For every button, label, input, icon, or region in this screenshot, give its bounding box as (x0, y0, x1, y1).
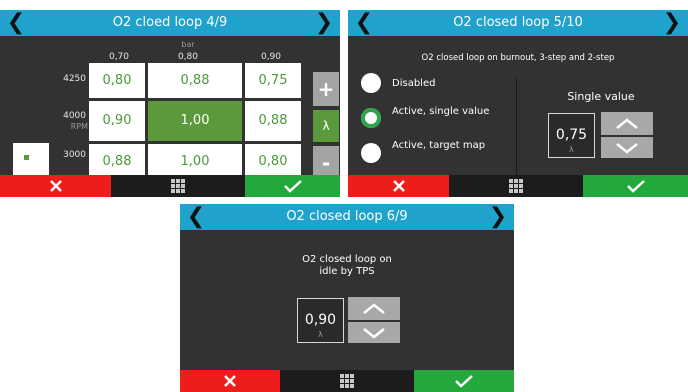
page-title: O2 closed loop 6/9 (286, 209, 408, 224)
map-cell[interactable]: 0,88 (148, 63, 242, 98)
panel-o2-loop-4: O2 cloed loop 4/9 ❮ ❯ bar 0,70 0,80 0,90… (0, 10, 340, 197)
map-position-dot (24, 155, 29, 160)
map-cell-selected[interactable]: 1,00 (148, 101, 242, 141)
next-page-arrow-icon[interactable]: ❯ (660, 10, 684, 36)
column-header: 0,70 (108, 52, 130, 62)
check-icon (626, 180, 645, 193)
decrement-button[interactable] (348, 322, 400, 343)
map-cell[interactable]: 0,80 (89, 63, 145, 98)
option-label: Active, target map (392, 140, 486, 151)
cancel-button[interactable] (348, 175, 449, 197)
radio-disabled[interactable] (361, 73, 381, 93)
next-page-arrow-icon[interactable]: ❯ (486, 204, 510, 230)
chevron-up-icon (616, 117, 638, 129)
chevron-down-icon (363, 327, 385, 339)
section-description-line1: O2 closed loop on (302, 254, 392, 265)
panel-o2-loop-5: O2 closed loop 5/10 ❮ ❯ O2 closed loop o… (348, 10, 688, 197)
single-value-label: Single value (567, 90, 635, 103)
panel-o2-loop-6: O2 closed loop 6/9 ❮ ❯ O2 closed loop on… (180, 204, 514, 392)
increase-button[interactable]: + (313, 72, 339, 106)
row-header: 4000 (63, 111, 86, 121)
check-icon (455, 375, 473, 388)
prev-page-arrow-icon[interactable]: ❮ (184, 204, 208, 230)
cancel-button[interactable] (0, 175, 111, 197)
section-description: O2 closed loop on burnout, 3-step and 2-… (421, 53, 615, 63)
title-bar: O2 closed loop 6/9 ❮ ❯ (180, 204, 514, 230)
option-label: Active, single value (392, 106, 490, 117)
lambda-button[interactable]: λ (313, 110, 339, 142)
grid-menu-icon (509, 179, 523, 193)
option-label: Disabled (392, 78, 436, 89)
map-cell[interactable]: 0,88 (245, 101, 301, 141)
footer-bar (348, 175, 688, 197)
grid-menu-icon (340, 374, 354, 388)
row-header: 4250 (63, 74, 86, 84)
column-unit-label: bar (181, 40, 195, 49)
divider (516, 78, 517, 178)
confirm-button[interactable] (583, 175, 688, 197)
prev-page-arrow-icon[interactable]: ❮ (352, 10, 376, 36)
value-display[interactable]: 0,90 λ (297, 298, 344, 343)
title-bar: O2 cloed loop 4/9 ❮ ❯ (0, 10, 340, 36)
page-title: O2 cloed loop 4/9 (112, 15, 228, 30)
page-title: O2 closed loop 5/10 (453, 15, 583, 30)
footer-bar (0, 175, 340, 197)
chevron-up-icon (363, 302, 385, 314)
lambda-unit: λ (318, 330, 323, 339)
confirm-button[interactable] (414, 370, 514, 392)
prev-page-arrow-icon[interactable]: ❮ (4, 10, 28, 36)
lambda-unit: λ (569, 145, 574, 154)
menu-button[interactable] (280, 370, 414, 392)
radio-active-single-value[interactable] (361, 108, 381, 128)
column-header: 0,90 (260, 52, 282, 62)
value-text: 0,75 (555, 127, 588, 143)
map-cell[interactable]: 0,90 (89, 101, 145, 141)
close-icon (392, 180, 405, 192)
title-bar: O2 closed loop 5/10 ❮ ❯ (348, 10, 688, 36)
row-unit-label: RPM (70, 122, 88, 131)
radio-active-target-map[interactable] (361, 143, 381, 163)
decrement-button[interactable] (601, 137, 653, 158)
cancel-button[interactable] (180, 370, 280, 392)
footer-bar (180, 370, 514, 392)
single-value-display[interactable]: 0,75 λ (548, 113, 595, 158)
map-cell[interactable]: 0,75 (245, 63, 301, 98)
column-header: 0,80 (177, 52, 199, 62)
confirm-button[interactable] (245, 175, 340, 197)
close-icon (49, 180, 62, 192)
chevron-down-icon (616, 142, 638, 154)
row-header: 3000 (63, 150, 86, 160)
section-description-line2: idle by TPS (319, 266, 375, 277)
check-icon (283, 180, 302, 193)
menu-button[interactable] (449, 175, 583, 197)
grid-menu-icon (171, 179, 185, 193)
menu-button[interactable] (111, 175, 245, 197)
increment-button[interactable] (601, 112, 653, 135)
increment-button[interactable] (348, 297, 400, 320)
close-icon (224, 375, 236, 387)
value-text: 0,90 (304, 312, 337, 328)
next-page-arrow-icon[interactable]: ❯ (312, 10, 336, 36)
